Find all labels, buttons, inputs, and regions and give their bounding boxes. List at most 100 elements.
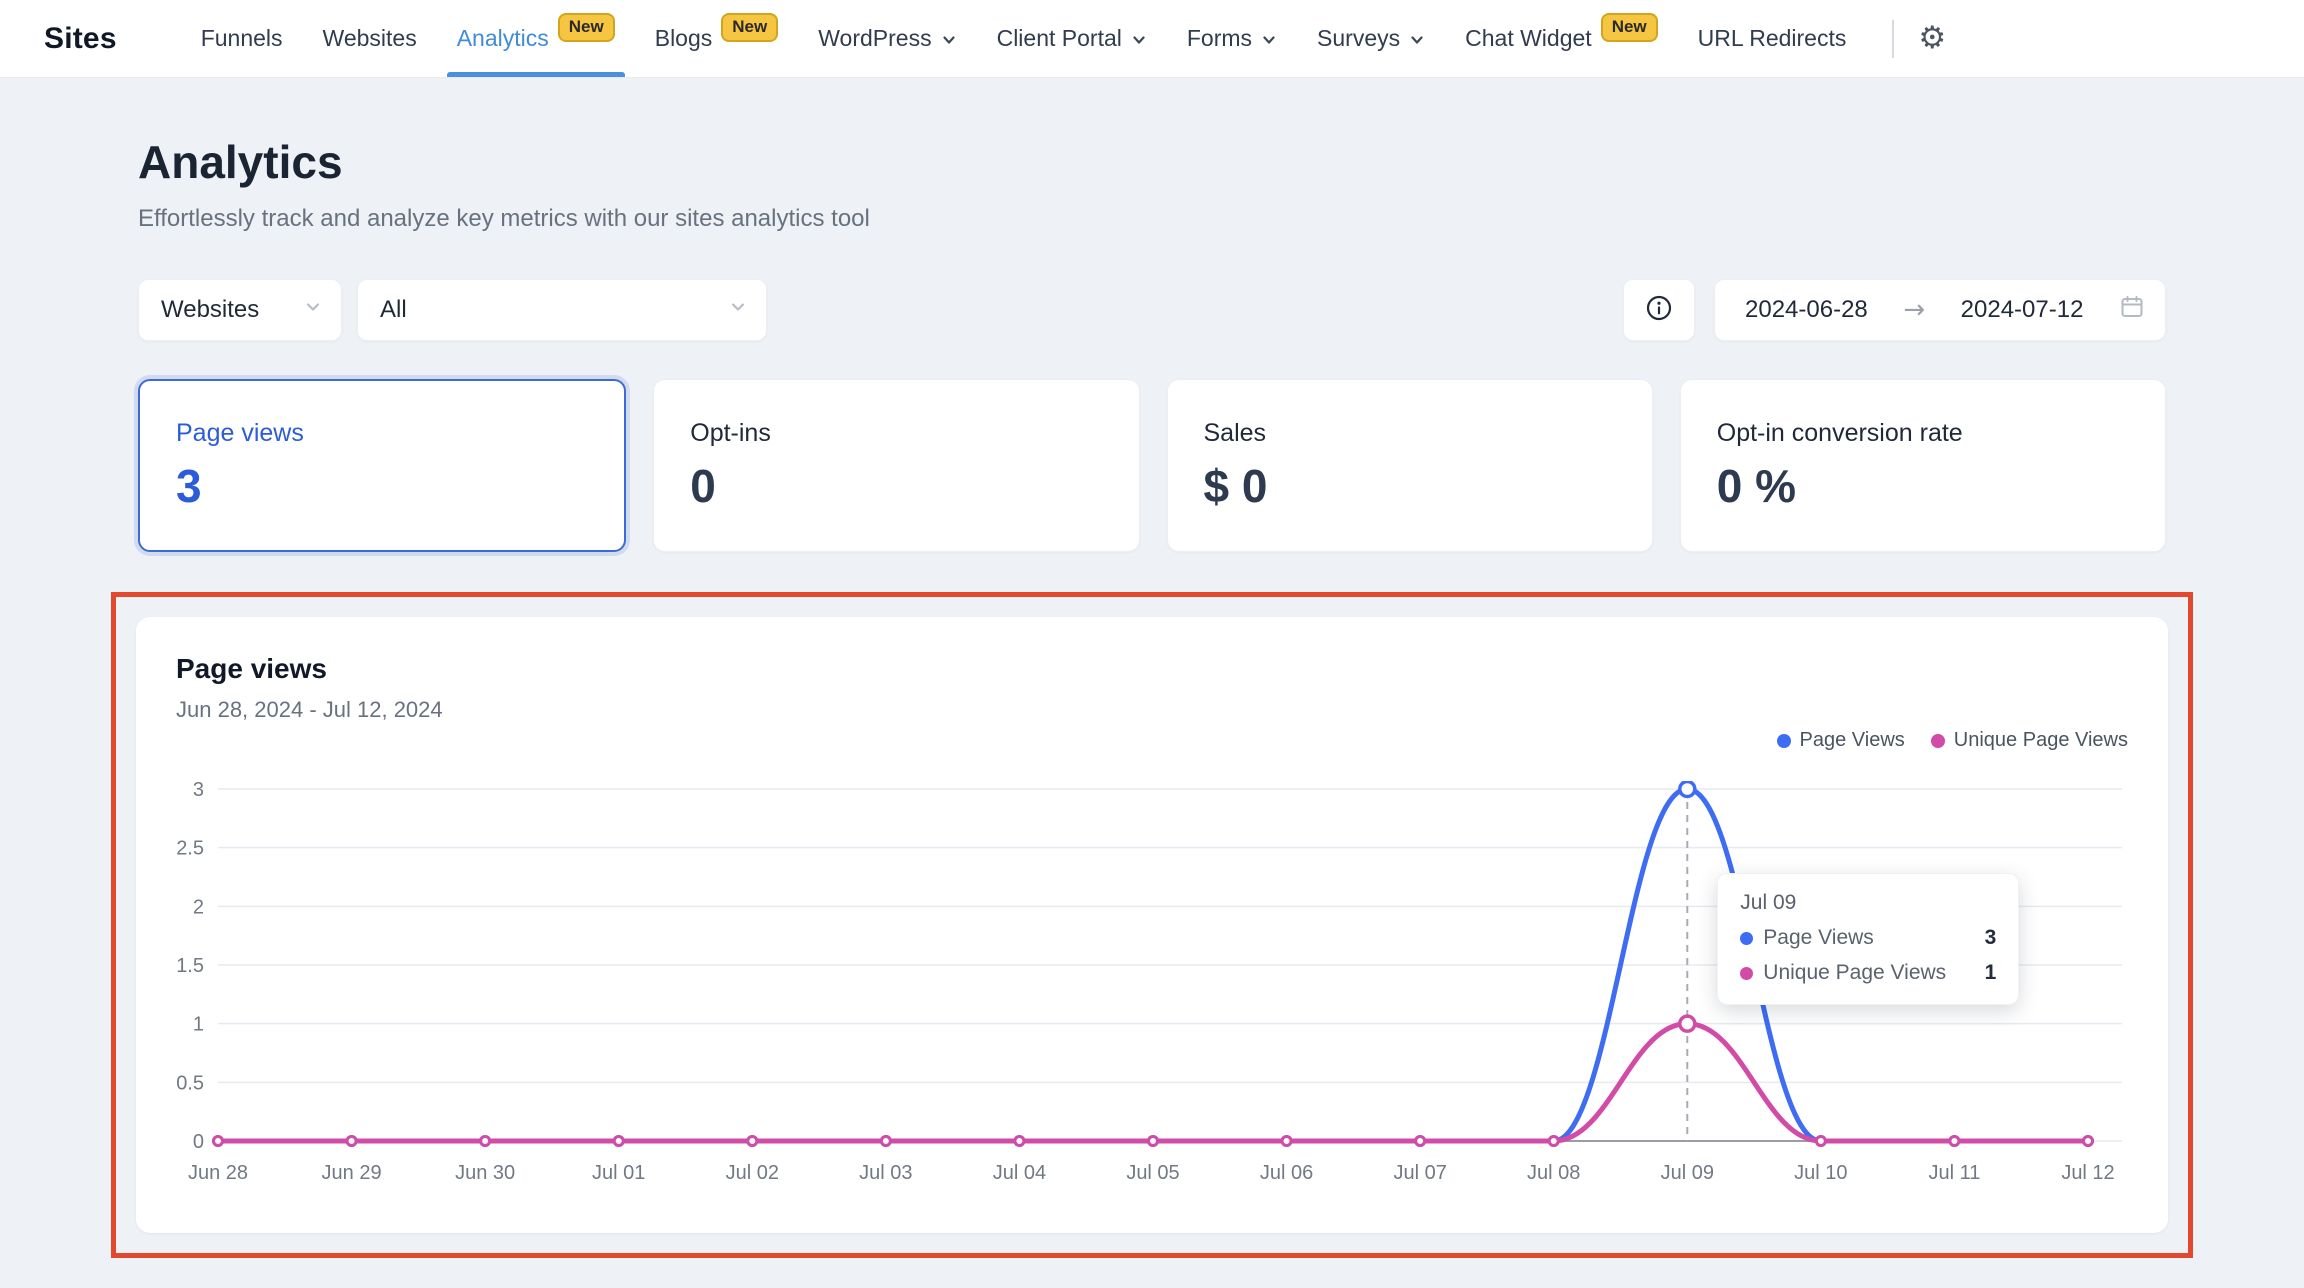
tooltip-rows: Page Views3 Unique Page Views1 bbox=[1740, 926, 1996, 985]
site-select-value: All bbox=[380, 296, 407, 324]
nav-item-label: Blogs bbox=[655, 25, 713, 52]
legend-item-page-views[interactable]: Page Views bbox=[1777, 729, 1905, 752]
chevron-down-icon bbox=[1261, 32, 1277, 48]
data-point-unique-page-views-jun-29[interactable] bbox=[347, 1137, 356, 1146]
stat-value: $ 0 bbox=[1204, 459, 1616, 513]
data-point-unique-page-views-jun-28[interactable] bbox=[214, 1137, 223, 1146]
x-axis-tick-label: Jul 11 bbox=[1928, 1162, 1980, 1184]
chevron-down-icon bbox=[1409, 32, 1425, 48]
type-select[interactable]: Websites bbox=[138, 279, 342, 341]
app-brand: Sites bbox=[44, 22, 117, 56]
data-point-unique-page-views-jul-03[interactable] bbox=[881, 1137, 890, 1146]
type-select-value: Websites bbox=[161, 296, 259, 324]
stat-label: Page views bbox=[176, 419, 588, 448]
stat-value: 0 bbox=[690, 459, 1102, 513]
tooltip-row-page-views: Page Views3 bbox=[1740, 926, 1996, 950]
x-axis-tick-label: Jul 01 bbox=[592, 1162, 645, 1184]
chevron-down-icon bbox=[941, 32, 957, 48]
legend-item-unique-page-views[interactable]: Unique Page Views bbox=[1931, 729, 2128, 752]
data-point-unique-page-views-jun-30[interactable] bbox=[481, 1137, 490, 1146]
nav-item-funnels[interactable]: Funnels bbox=[181, 0, 303, 77]
data-point-unique-page-views-jul-02[interactable] bbox=[748, 1137, 757, 1146]
chevron-down-icon bbox=[303, 296, 323, 324]
data-point-unique-page-views-jul-10[interactable] bbox=[1816, 1137, 1825, 1146]
stat-card-opt-ins[interactable]: Opt-ins 0 bbox=[653, 379, 1139, 552]
data-point-page-views-jul-09[interactable] bbox=[1680, 782, 1695, 797]
x-axis-tick-label: Jul 02 bbox=[726, 1162, 779, 1184]
filter-bar: Websites All 2024-06-28 bbox=[138, 279, 2166, 341]
nav-item-client-portal[interactable]: Client Portal bbox=[977, 0, 1167, 77]
primary-nav: Funnels Websites AnalyticsNew Blogs New WordP… bbox=[181, 0, 1867, 77]
main-content: Analytics Effortlessly track and analyze… bbox=[0, 78, 2304, 1258]
new-badge: New bbox=[558, 13, 615, 41]
nav-item-wordpress[interactable]: WordPress bbox=[798, 0, 976, 77]
data-point-unique-page-views-jul-08[interactable] bbox=[1549, 1137, 1558, 1146]
info-button[interactable] bbox=[1623, 279, 1695, 341]
top-navigation-bar: Sites Funnels Websites AnalyticsNew Blogs Ne… bbox=[0, 0, 2304, 78]
legend-color-dot bbox=[1931, 734, 1945, 748]
data-point-unique-page-views-jul-01[interactable] bbox=[614, 1137, 623, 1146]
tooltip-row-unique-page-views: Unique Page Views1 bbox=[1740, 961, 1996, 985]
legend-label: Unique Page Views bbox=[1954, 729, 2128, 752]
x-axis-tick-label: Jul 04 bbox=[993, 1162, 1046, 1184]
filter-bar-right: 2024-06-28 → 2024-07-12 bbox=[1623, 279, 2166, 341]
stat-card-sales[interactable]: Sales $ 0 bbox=[1167, 379, 1653, 552]
x-axis-tick-label: Jun 28 bbox=[188, 1162, 248, 1184]
data-point-unique-page-views-jul-06[interactable] bbox=[1282, 1137, 1291, 1146]
chart-date-range: Jun 28, 2024 - Jul 12, 2024 bbox=[176, 697, 2128, 723]
page-views-chart-card: Page views Jun 28, 2024 - Jul 12, 2024 P… bbox=[136, 617, 2168, 1233]
arrow-right-icon: → bbox=[1903, 295, 1925, 325]
nav-item-surveys[interactable]: Surveys bbox=[1297, 0, 1445, 77]
chevron-down-icon bbox=[728, 296, 748, 324]
x-axis-tick-label: Jun 29 bbox=[322, 1162, 382, 1184]
tooltip-series-value: 1 bbox=[1985, 961, 1997, 985]
y-axis-tick-label: 1.5 bbox=[176, 955, 204, 977]
stat-card-page-views[interactable]: Page views 3 bbox=[138, 379, 626, 552]
nav-item-url-redirects[interactable]: URL Redirects bbox=[1678, 0, 1867, 77]
series-color-dot bbox=[1740, 967, 1753, 980]
nav-item-blogs[interactable]: Blogs New bbox=[635, 0, 799, 77]
data-point-unique-page-views-jul-12[interactable] bbox=[2084, 1137, 2093, 1146]
x-axis-tick-label: Jul 05 bbox=[1126, 1162, 1179, 1184]
site-select[interactable]: All bbox=[357, 279, 767, 341]
stat-label: Opt-ins bbox=[690, 419, 1102, 448]
nav-item-label: URL Redirects bbox=[1698, 25, 1847, 52]
data-point-unique-page-views-jul-07[interactable] bbox=[1416, 1137, 1425, 1146]
y-axis-tick-label: 2.5 bbox=[176, 838, 204, 860]
new-badge: New bbox=[721, 13, 778, 41]
y-axis-tick-label: 3 bbox=[193, 781, 204, 801]
gear-icon[interactable]: ⚙ bbox=[1904, 19, 1960, 58]
data-point-unique-page-views-jul-04[interactable] bbox=[1015, 1137, 1024, 1146]
nav-item-label: Chat Widget bbox=[1465, 25, 1592, 52]
calendar-icon bbox=[2119, 294, 2145, 327]
info-icon bbox=[1645, 294, 1673, 327]
nav-item-forms[interactable]: Forms bbox=[1167, 0, 1297, 77]
stat-cards-row: Page views 3 Opt-ins 0 Sales $ 0 Opt-in … bbox=[138, 379, 2166, 552]
tooltip-title: Jul 09 bbox=[1740, 891, 1996, 915]
page-subtitle: Effortlessly track and analyze key metri… bbox=[138, 205, 2166, 233]
nav-item-websites[interactable]: Websites bbox=[303, 0, 437, 77]
nav-item-chat-widget[interactable]: Chat WidgetNew bbox=[1445, 0, 1678, 77]
end-date[interactable]: 2024-07-12 bbox=[1961, 296, 2084, 324]
stat-value: 0 % bbox=[1717, 459, 2129, 513]
stat-label: Opt-in conversion rate bbox=[1717, 419, 2129, 448]
nav-item-label: Funnels bbox=[201, 25, 283, 52]
y-axis-tick-label: 2 bbox=[193, 896, 204, 918]
nav-item-analytics[interactable]: AnalyticsNew bbox=[437, 0, 635, 77]
page-title: Analytics bbox=[138, 135, 2166, 189]
data-point-unique-page-views-jul-11[interactable] bbox=[1950, 1137, 1959, 1146]
x-axis-tick-label: Jul 06 bbox=[1260, 1162, 1313, 1184]
stat-card-conversion-rate[interactable]: Opt-in conversion rate 0 % bbox=[1680, 379, 2166, 552]
date-range-picker[interactable]: 2024-06-28 → 2024-07-12 bbox=[1714, 279, 2166, 341]
start-date[interactable]: 2024-06-28 bbox=[1745, 296, 1868, 324]
data-point-unique-page-views-jul-09[interactable] bbox=[1680, 1016, 1695, 1031]
y-axis-tick-label: 0 bbox=[193, 1131, 204, 1153]
analytics-page: Sites FunnelsWebsitesAnalyticsNewBlogsNe… bbox=[0, 0, 2304, 1288]
nav-item-label: Websites bbox=[323, 25, 417, 52]
chart-title: Page views bbox=[176, 653, 2128, 685]
x-axis-tick-label: Jul 10 bbox=[1794, 1162, 1847, 1184]
x-axis-tick-label: Jul 03 bbox=[859, 1162, 912, 1184]
data-point-unique-page-views-jul-05[interactable] bbox=[1149, 1137, 1158, 1146]
stat-label: Sales bbox=[1204, 419, 1616, 448]
x-axis-tick-label: Jun 30 bbox=[455, 1162, 515, 1184]
